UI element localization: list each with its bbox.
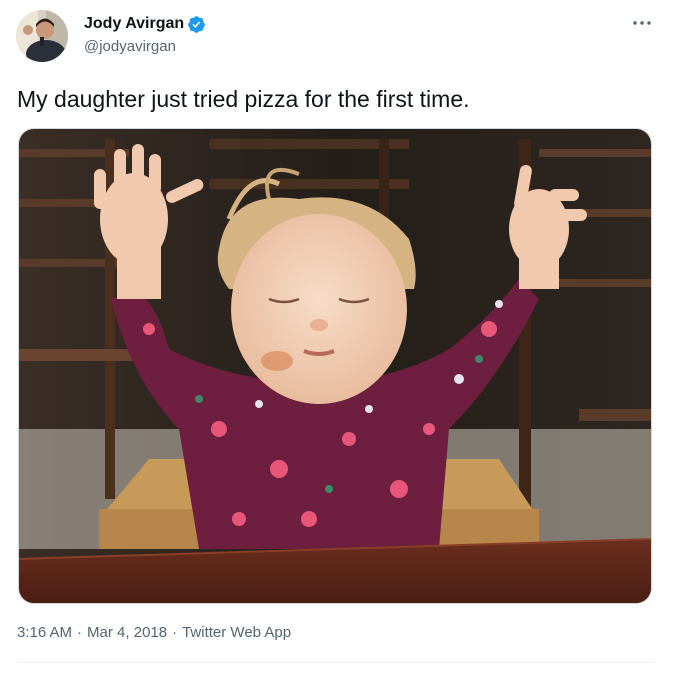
verified-badge-icon xyxy=(187,15,206,34)
photo-image xyxy=(19,129,651,603)
divider xyxy=(17,662,654,663)
avatar[interactable] xyxy=(16,10,68,62)
tweet-meta: 3:16 AM · Mar 4, 2018 · Twitter Web App xyxy=(17,624,291,641)
avatar-image xyxy=(16,10,68,62)
more-options-icon xyxy=(633,21,651,25)
meta-separator: · xyxy=(77,624,83,641)
author-info: Jody Avirgan @jodyavirgan xyxy=(84,13,206,55)
tweet-source[interactable]: Twitter Web App xyxy=(182,624,291,641)
tweet-time[interactable]: 3:16 AM xyxy=(17,624,72,641)
author-handle[interactable]: @jodyavirgan xyxy=(84,38,206,55)
tweet-date[interactable]: Mar 4, 2018 xyxy=(87,624,167,641)
author-display-name[interactable]: Jody Avirgan xyxy=(84,15,184,33)
name-row: Jody Avirgan xyxy=(84,13,206,35)
tweet-photo[interactable] xyxy=(18,128,652,604)
tweet: Jody Avirgan @jodyavirgan My daughter ju… xyxy=(0,0,685,682)
more-options-button[interactable] xyxy=(628,12,656,34)
tweet-text: My daughter just tried pizza for the fir… xyxy=(17,86,470,112)
meta-separator: · xyxy=(172,624,178,641)
